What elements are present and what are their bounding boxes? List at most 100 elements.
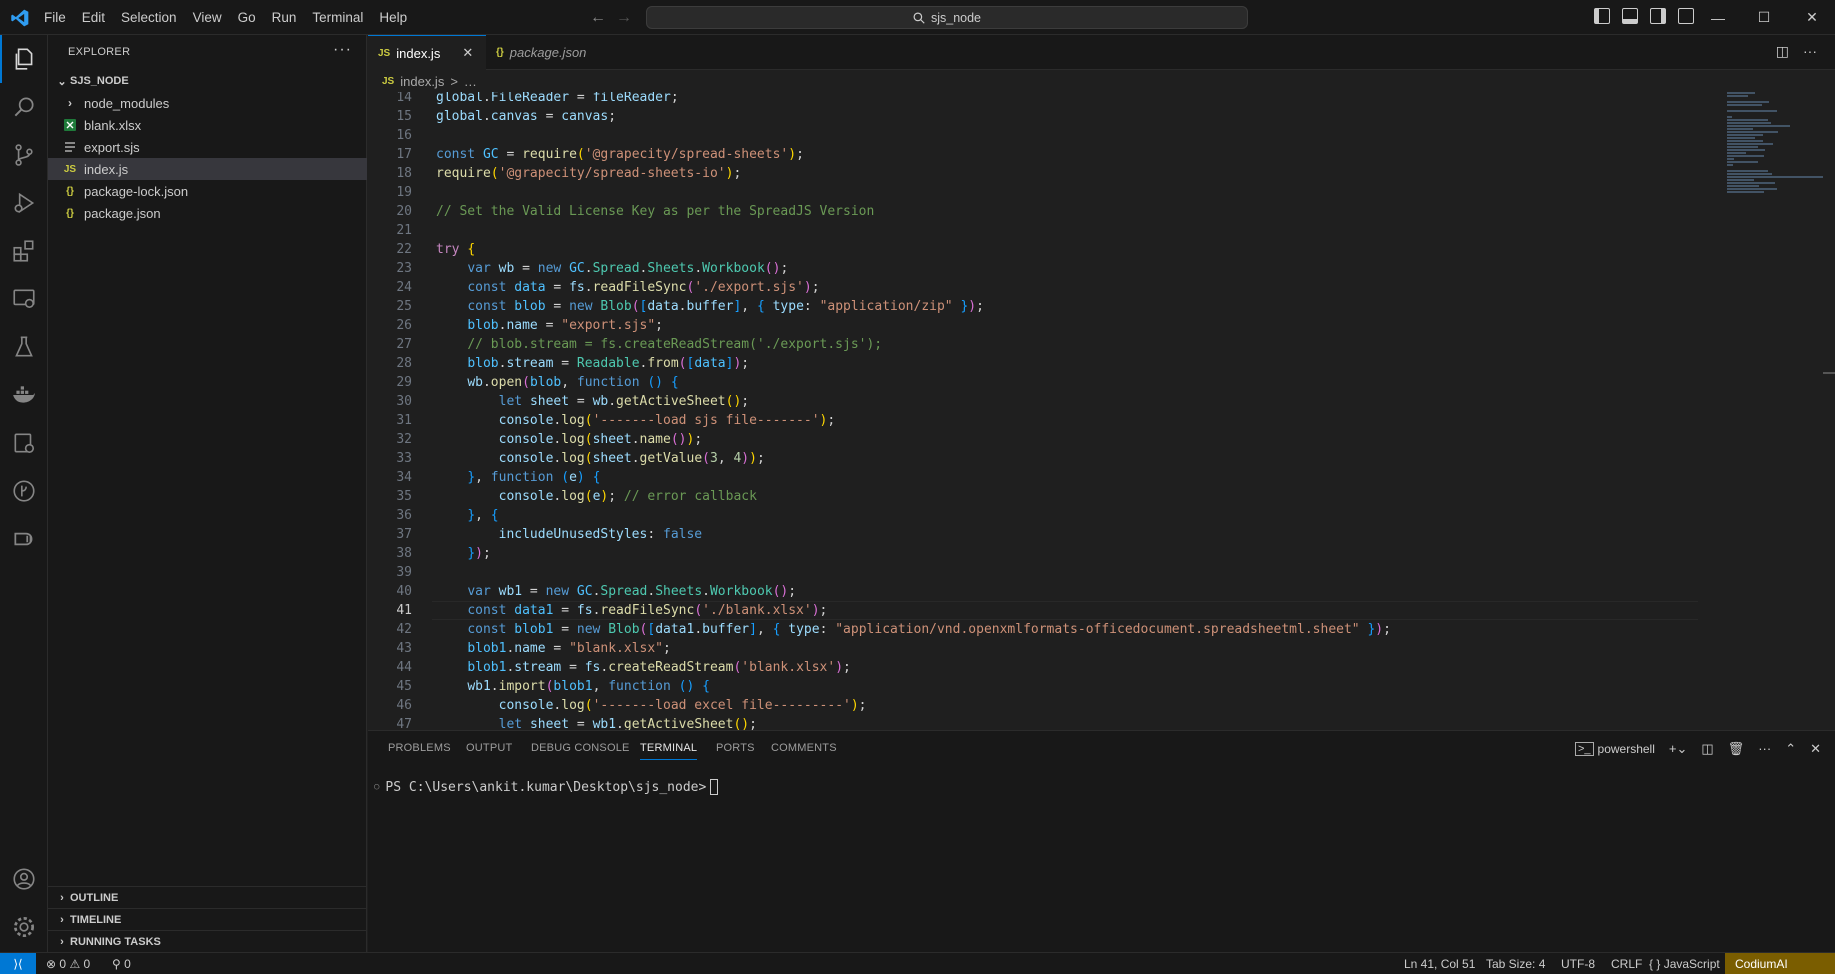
- code-line[interactable]: 29 wb.open(blob, function () {: [368, 373, 1698, 392]
- code-line[interactable]: 28 blob.stream = Readable.from([data]);: [368, 354, 1698, 373]
- menu-view[interactable]: View: [185, 0, 230, 35]
- tree-item-export-sjs[interactable]: export.sjs: [48, 136, 367, 158]
- search-icon[interactable]: [0, 83, 48, 131]
- code-line[interactable]: 25 const blob = new Blob([data.buffer], …: [368, 297, 1698, 316]
- code-line[interactable]: 42 const blob1 = new Blob([data1.buffer]…: [368, 620, 1698, 639]
- terminal-output[interactable]: ○ PS C:\Users\ankit.kumar\Desktop\sjs_no…: [374, 779, 719, 795]
- close-panel-icon[interactable]: ✕: [1810, 741, 1821, 757]
- docker-icon[interactable]: [0, 371, 48, 419]
- code-line[interactable]: 15 global.canvas = canvas;: [368, 107, 1698, 126]
- tree-item-package-json[interactable]: {} package.json: [48, 202, 367, 224]
- menu-run[interactable]: Run: [264, 0, 305, 35]
- code-line[interactable]: 17 const GC = require('@grapecity/spread-…: [368, 145, 1698, 164]
- remote-indicator-icon[interactable]: ⟩⟨: [0, 953, 36, 974]
- ports-status[interactable]: ⚲ 0: [106, 953, 137, 974]
- command-center-search[interactable]: sjs_node: [646, 6, 1248, 29]
- section-timeline[interactable]: › TIMELINE: [48, 908, 367, 930]
- source-control-icon[interactable]: [0, 131, 48, 179]
- code-line[interactable]: 22 try {: [368, 240, 1698, 259]
- extensions-icon[interactable]: [0, 227, 48, 275]
- code-line[interactable]: 47 let sheet = wb1.getActiveSheet();: [368, 715, 1698, 730]
- code-line[interactable]: 38 });: [368, 544, 1698, 563]
- vscode-logo-icon[interactable]: [10, 8, 30, 28]
- toggle-secondary-sidebar-icon[interactable]: [1650, 8, 1666, 24]
- maximize-panel-icon[interactable]: ⌃: [1785, 741, 1796, 757]
- close-window-button[interactable]: ✕: [1789, 0, 1835, 35]
- code-line[interactable]: 24 const data = fs.readFileSync('./expor…: [368, 278, 1698, 297]
- code-editor[interactable]: 14 global.FileReader = fileReader; 15 globa…: [368, 92, 1835, 730]
- tab-comments[interactable]: COMMENTS: [771, 731, 837, 766]
- code-line[interactable]: 46 console.log('-------load excel file--…: [368, 696, 1698, 715]
- code-line[interactable]: 31 console.log('-------load sjs file----…: [368, 411, 1698, 430]
- tab-terminal[interactable]: TERMINAL: [640, 731, 698, 766]
- breadcrumb-symbol[interactable]: …: [464, 74, 477, 89]
- gitlens-icon[interactable]: [0, 467, 48, 515]
- code-line[interactable]: 32 console.log(sheet.name());: [368, 430, 1698, 449]
- run-debug-icon[interactable]: [0, 179, 48, 227]
- tab-problems[interactable]: PROBLEMS: [388, 731, 451, 766]
- tree-item-package-lock-json[interactable]: {} package-lock.json: [48, 180, 367, 202]
- minimize-button[interactable]: —: [1695, 0, 1741, 35]
- section-outline[interactable]: › OUTLINE: [48, 886, 367, 908]
- code-line[interactable]: 43 blob1.name = "blank.xlsx";: [368, 639, 1698, 658]
- more-actions-icon[interactable]: ···: [333, 35, 352, 65]
- breadcrumb-file[interactable]: index.js: [400, 74, 444, 89]
- code-line[interactable]: 37 includeUnusedStyles: false: [368, 525, 1698, 544]
- end-of-line[interactable]: CRLF: [1605, 953, 1648, 974]
- code-line[interactable]: 20 // Set the Valid License Key as per th…: [368, 202, 1698, 221]
- menu-help[interactable]: Help: [371, 0, 415, 35]
- code-line[interactable]: 16: [368, 126, 1698, 145]
- language-mode[interactable]: { } JavaScript: [1643, 953, 1726, 974]
- section-running-tasks[interactable]: › RUNNING TASKS: [48, 930, 367, 952]
- new-terminal-icon[interactable]: +⌄: [1669, 741, 1687, 757]
- code-line[interactable]: 41 const data1 = fs.readFileSync('./blan…: [368, 601, 1698, 620]
- menu-file[interactable]: File: [36, 0, 74, 35]
- tree-item-index-js[interactable]: JS index.js: [48, 158, 367, 180]
- scrollbar-marker[interactable]: [1823, 372, 1835, 374]
- codium-ai-icon[interactable]: [0, 419, 48, 467]
- kill-terminal-icon[interactable]: 🗑: [1728, 741, 1745, 757]
- tree-item-node-modules[interactable]: › node_modules: [48, 92, 367, 114]
- code-line[interactable]: 44 blob1.stream = fs.createReadStream('b…: [368, 658, 1698, 677]
- code-line[interactable]: 33 console.log(sheet.getValue(3, 4));: [368, 449, 1698, 468]
- code-line[interactable]: 27 // blob.stream = fs.createReadStream(…: [368, 335, 1698, 354]
- split-terminal-icon[interactable]: ◫: [1701, 741, 1713, 757]
- code-line[interactable]: 23 var wb = new GC.Spread.Sheets.Workboo…: [368, 259, 1698, 278]
- customize-layout-icon[interactable]: [1678, 8, 1694, 24]
- code-line[interactable]: 35 console.log(e); // error callback: [368, 487, 1698, 506]
- toggle-primary-sidebar-icon[interactable]: [1594, 8, 1610, 24]
- encoding[interactable]: UTF-8: [1555, 953, 1601, 974]
- more-actions-icon[interactable]: ···: [1758, 741, 1771, 756]
- code-line[interactable]: 40 var wb1 = new GC.Spread.Sheets.Workbo…: [368, 582, 1698, 601]
- code-line[interactable]: 19: [368, 183, 1698, 202]
- toggle-panel-icon[interactable]: [1622, 8, 1638, 24]
- copilot-chat-icon[interactable]: [0, 515, 48, 563]
- workspace-folder[interactable]: ⌄ SJS_NODE: [48, 70, 367, 92]
- menu-go[interactable]: Go: [230, 0, 264, 35]
- code-line[interactable]: 36 }, {: [368, 506, 1698, 525]
- codiumai-status[interactable]: CodiumAI: [1725, 953, 1835, 974]
- maximize-button[interactable]: ☐: [1741, 0, 1787, 35]
- code-line[interactable]: 30 let sheet = wb.getActiveSheet();: [368, 392, 1698, 411]
- menu-edit[interactable]: Edit: [74, 0, 113, 35]
- minimap[interactable]: [1723, 92, 1823, 212]
- menu-terminal[interactable]: Terminal: [304, 0, 371, 35]
- code-line[interactable]: 26 blob.name = "export.sjs";: [368, 316, 1698, 335]
- close-icon[interactable]: ✕: [462, 45, 473, 61]
- back-arrow-icon[interactable]: ←: [588, 8, 608, 28]
- tab-debug-console[interactable]: DEBUG CONSOLE: [531, 731, 630, 766]
- split-editor-icon[interactable]: ◫: [1776, 43, 1789, 60]
- tab-package-json[interactable]: {} package.json: [486, 35, 604, 70]
- settings-gear-icon[interactable]: [0, 903, 48, 951]
- cursor-position[interactable]: Ln 41, Col 51: [1398, 953, 1481, 974]
- code-line[interactable]: 21: [368, 221, 1698, 240]
- menu-selection[interactable]: Selection: [113, 0, 185, 35]
- forward-arrow-icon[interactable]: →: [614, 8, 634, 28]
- tree-item-blank-xlsx[interactable]: blank.xlsx: [48, 114, 367, 136]
- code-line[interactable]: 34 }, function (e) {: [368, 468, 1698, 487]
- terminal-shell-name[interactable]: powershell: [1598, 742, 1655, 756]
- tab-output[interactable]: OUTPUT: [466, 731, 512, 766]
- code-line[interactable]: 39: [368, 563, 1698, 582]
- accounts-icon[interactable]: [0, 855, 48, 903]
- testing-icon[interactable]: [0, 323, 48, 371]
